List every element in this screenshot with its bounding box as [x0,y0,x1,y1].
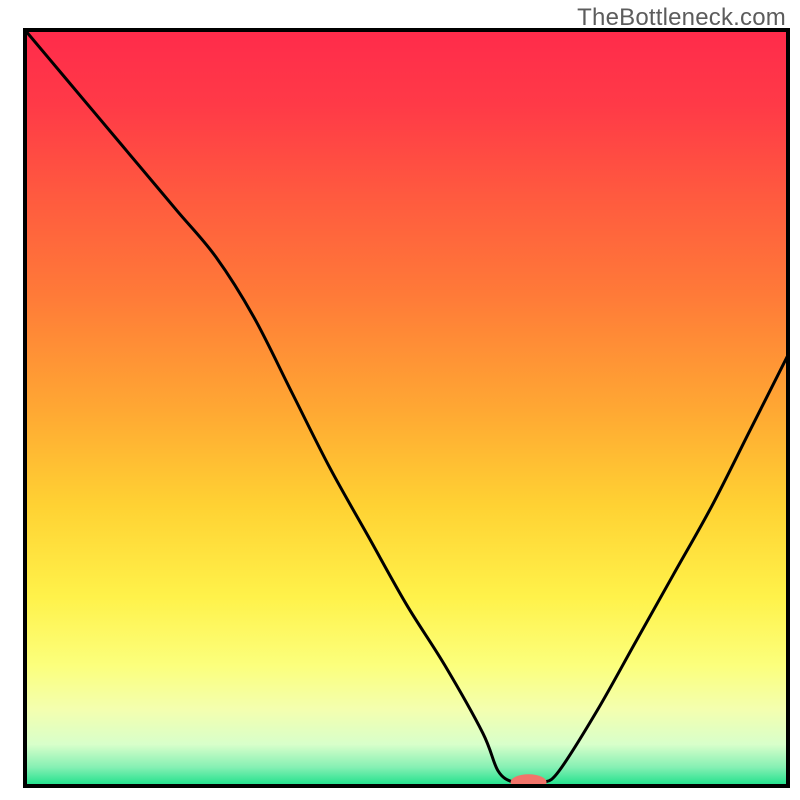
plot-background [25,30,788,786]
chart-stage: TheBottleneck.com [0,0,800,800]
chart-svg [0,0,800,800]
